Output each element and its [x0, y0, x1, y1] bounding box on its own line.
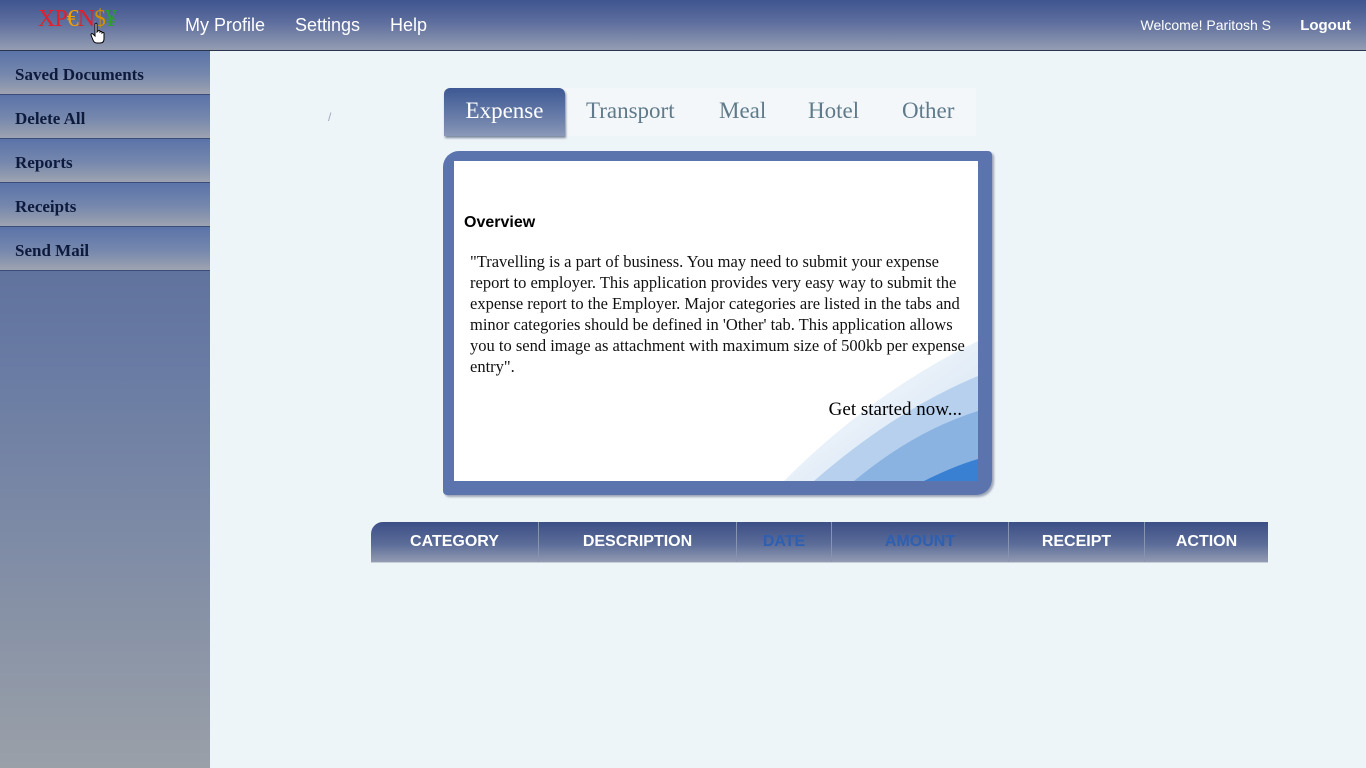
logo-letter: P: [54, 6, 67, 32]
column-header-category[interactable]: CATEGORY: [371, 522, 539, 562]
overview-text: "Travelling is a part of business. You m…: [470, 252, 965, 376]
sidebar: Saved Documents Delete All Reports Recei…: [0, 51, 210, 768]
category-tabs: Expense Transport Meal Hotel Other: [444, 88, 976, 136]
tab-expense[interactable]: Expense: [444, 88, 565, 136]
sidebar-item-send-mail[interactable]: Send Mail: [0, 227, 210, 271]
sidebar-item-saved-documents[interactable]: Saved Documents: [0, 51, 210, 95]
column-header-date[interactable]: DATE: [737, 522, 832, 562]
get-started-link[interactable]: Get started now...: [829, 399, 962, 421]
overview-title: Overview: [464, 214, 536, 231]
column-header-receipt[interactable]: RECEIPT: [1009, 522, 1145, 562]
column-header-amount[interactable]: AMOUNT: [832, 522, 1009, 562]
sidebar-item-receipts[interactable]: Receipts: [0, 183, 210, 227]
sidebar-item-reports[interactable]: Reports: [0, 139, 210, 183]
column-header-action[interactable]: ACTION: [1145, 522, 1268, 562]
logo-letter: X: [38, 6, 55, 32]
tab-hotel[interactable]: Hotel: [808, 88, 859, 136]
tab-transport[interactable]: Transport: [586, 88, 675, 136]
expense-table-header: CATEGORY DESCRIPTION DATE AMOUNT RECEIPT…: [371, 522, 1268, 563]
overview-card: Overview "Travelling is a part of busine…: [443, 151, 992, 495]
top-bar: XP€N$¥ My Profile Settings Help Welcome!…: [0, 0, 1366, 51]
tab-other[interactable]: Other: [902, 88, 954, 136]
nav-settings[interactable]: Settings: [295, 15, 360, 36]
hand-cursor-icon: [90, 22, 105, 44]
breadcrumb-separator: /: [328, 110, 332, 124]
overview-panel: Overview "Travelling is a part of busine…: [454, 161, 978, 481]
column-header-description[interactable]: DESCRIPTION: [539, 522, 737, 562]
nav-my-profile[interactable]: My Profile: [185, 15, 265, 36]
welcome-text: Welcome! Paritosh S: [1140, 17, 1271, 33]
logo-letter: €: [66, 6, 79, 32]
sidebar-item-delete-all[interactable]: Delete All: [0, 95, 210, 139]
logout-link[interactable]: Logout: [1300, 17, 1351, 34]
nav-help[interactable]: Help: [390, 15, 427, 36]
tab-meal[interactable]: Meal: [719, 88, 766, 136]
